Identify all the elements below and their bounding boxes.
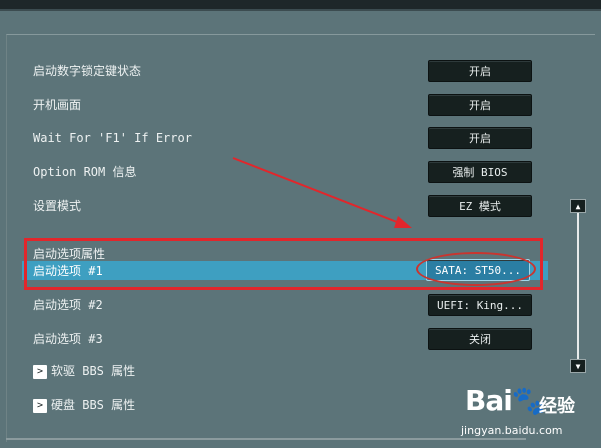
scroll-down-icon[interactable]: ▼ [570,359,586,373]
scroll-up-icon[interactable]: ▲ [570,199,586,213]
floppy-bbs-label: 软驱 BBS 属性 [51,364,136,378]
option-rom-value-button[interactable]: 强制 BIOS [428,161,532,183]
boot-logo-label: 开机画面 [33,98,82,112]
baidu-watermark: Bai🐾 经验 jingyan.baidu.com [447,384,597,444]
setup-mode-value-button[interactable]: EZ 模式 [428,195,532,217]
option-rom-label: Option ROM 信息 [33,165,137,179]
boot-option-2-label: 启动选项 #2 [33,298,103,312]
annotation-ellipse [416,252,536,286]
numlock-value-button[interactable]: 开启 [428,60,532,82]
wait-f1-value-button[interactable]: 开启 [428,127,532,149]
top-bar-divider [0,9,601,11]
hdd-bbs-submenu[interactable]: > 硬盘 BBS 属性 [33,397,135,413]
boot-logo-value-button[interactable]: 开启 [428,94,532,116]
watermark-url: jingyan.baidu.com [461,424,563,437]
wait-f1-label: Wait For 'F1' If Error [33,131,192,145]
numlock-label: 启动数字锁定键状态 [33,64,142,78]
boot-option-3-label: 启动选项 #3 [33,332,103,346]
boot-option-3-value-button[interactable]: 关闭 [428,328,532,350]
setup-mode-label: 设置模式 [33,199,82,213]
submenu-arrow-icon: > [33,364,47,379]
hdd-bbs-label: 硬盘 BBS 属性 [51,398,136,412]
boot-option-2-value-button[interactable]: UEFI: King... [428,294,532,316]
baidu-logo: Bai🐾 [465,384,547,417]
watermark-title: 经验 [539,396,575,417]
scrollbar-track[interactable] [577,213,579,359]
floppy-bbs-submenu[interactable]: > 软驱 BBS 属性 [33,363,135,379]
submenu-arrow-icon: > [33,398,47,413]
top-bar [0,0,601,9]
